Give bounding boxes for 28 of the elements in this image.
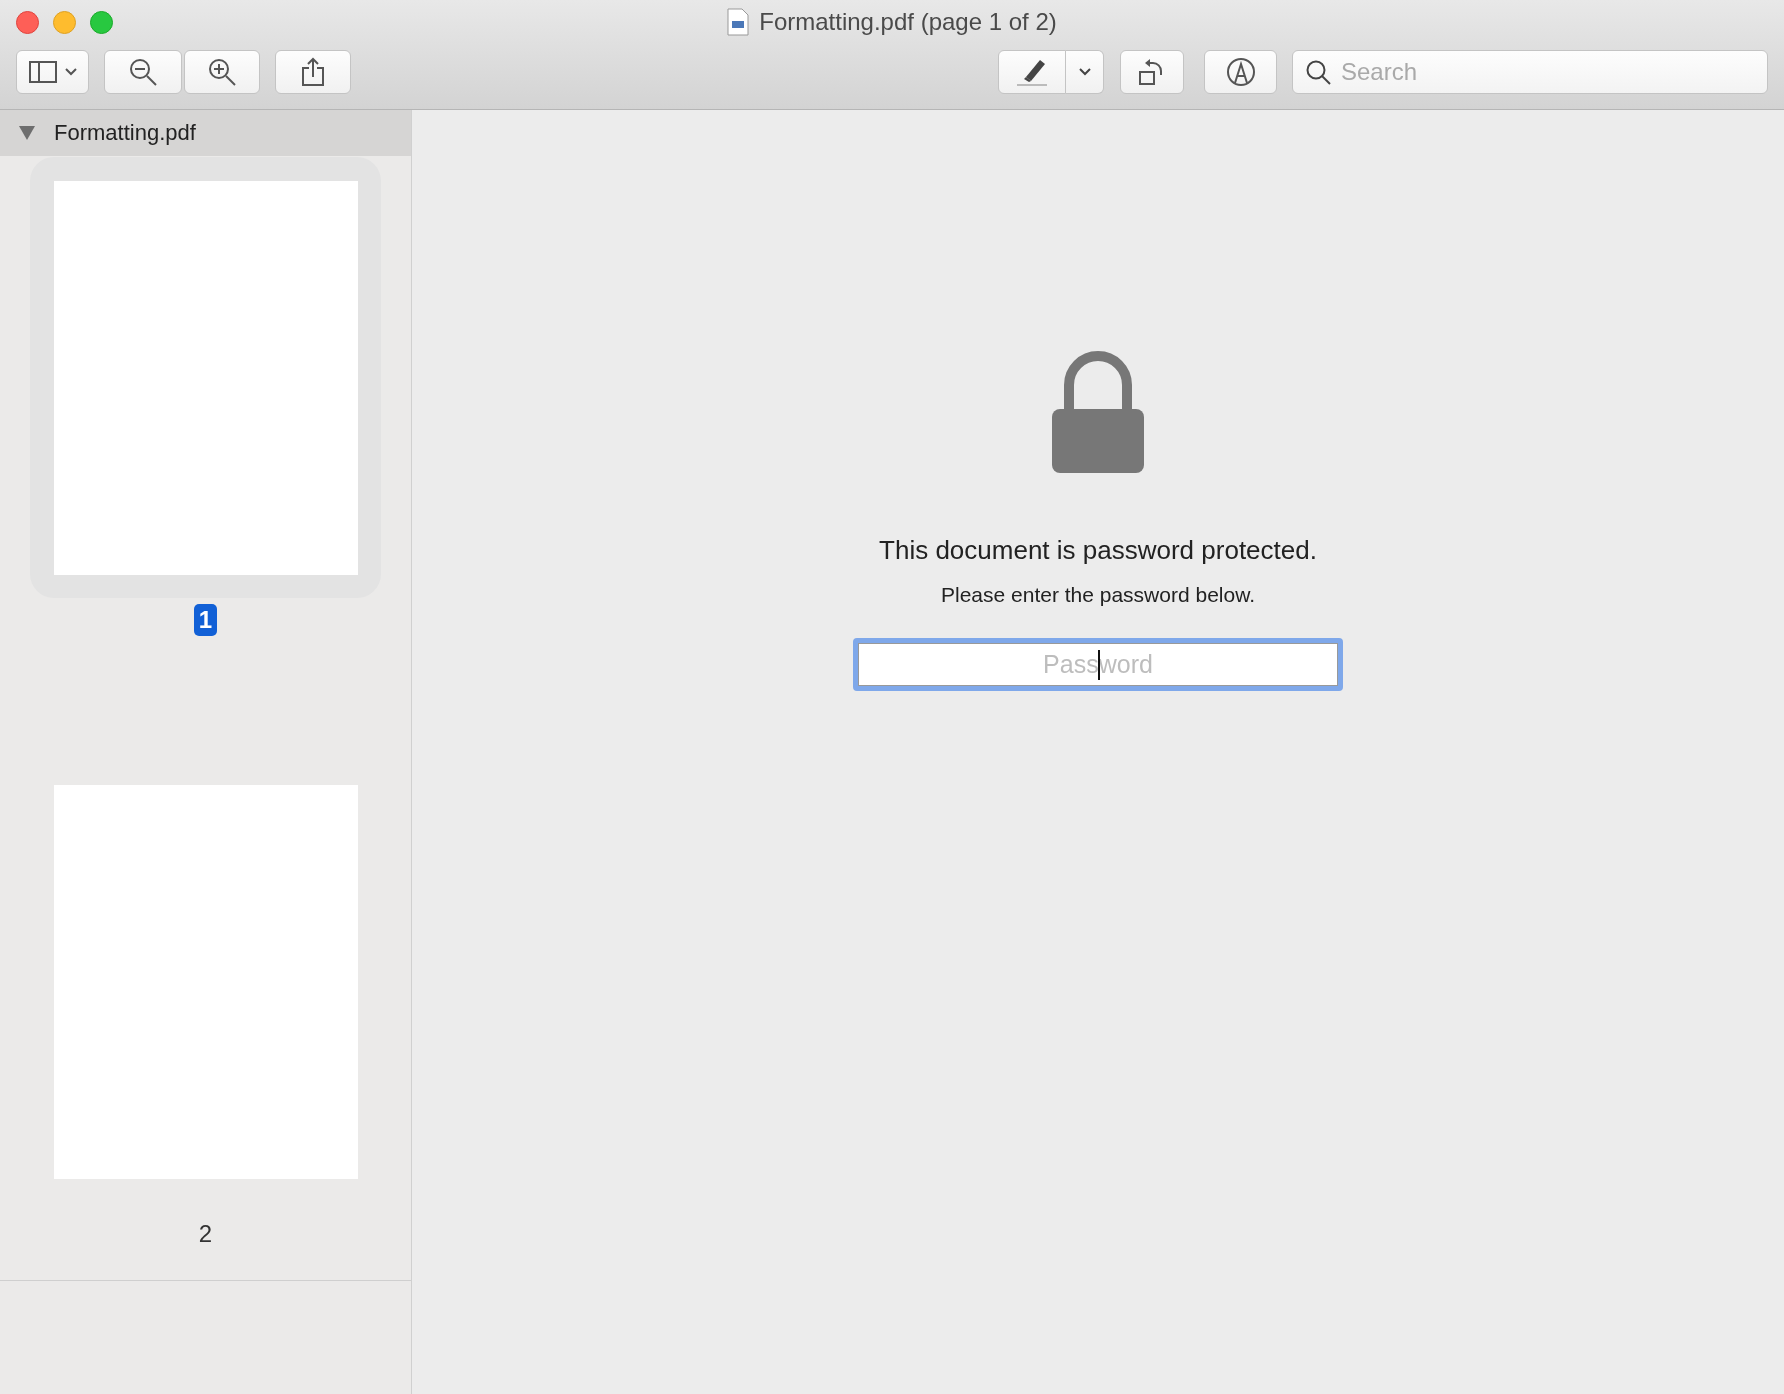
zoom-in-button[interactable] [184,50,260,94]
zoom-out-button[interactable] [104,50,182,94]
disclosure-triangle-icon[interactable] [18,125,36,141]
search-field[interactable]: Search [1292,50,1768,94]
highlighter-icon [1014,57,1050,87]
share-button[interactable] [275,50,351,94]
window-title: Formatting.pdf (page 1 of 2) [759,8,1057,36]
page-number: 2 [197,1219,214,1249]
markup-button[interactable] [1204,50,1277,94]
highlight-button[interactable] [998,50,1066,94]
page-thumbnail[interactable] [30,157,381,598]
lock-heading: This document is password protected. [879,535,1317,566]
search-icon [1305,59,1331,85]
sidebar-button[interactable] [16,50,89,94]
document-name: Formatting.pdf [54,120,196,146]
chevron-down-icon [1078,68,1091,76]
zoom-in-icon [207,57,237,87]
sidebar-icon [28,60,59,84]
markup-icon [1225,57,1256,87]
close-button[interactable] [16,11,39,34]
share-icon [300,57,326,87]
lock-instructions: Please enter the password below. [941,583,1255,607]
page-number: 1 [193,604,218,636]
search-input[interactable]: Search [1339,57,1755,87]
chevron-down-icon [64,68,77,76]
zoom-out-icon [128,57,158,87]
rotate-button[interactable] [1120,50,1184,94]
document-icon [727,8,750,36]
